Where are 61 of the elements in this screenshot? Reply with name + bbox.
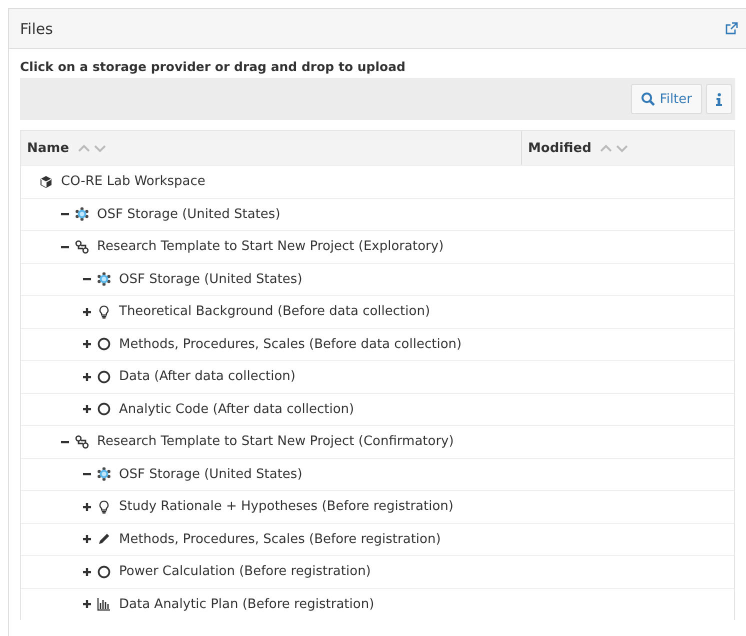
external-link-icon[interactable]: [725, 22, 738, 35]
lightbulb-icon: [97, 304, 111, 319]
info-button[interactable]: [706, 84, 732, 114]
upload-instruction: Click on a storage provider or drag and drop to upload: [20, 59, 406, 74]
tree-row[interactable]: CO-RE Lab Workspace: [21, 165, 734, 198]
tree-row[interactable]: Data (After data collection): [21, 360, 734, 392]
tree-row[interactable]: Theoretical Background (Before data collection): [21, 295, 734, 328]
storage-icon: [97, 467, 111, 482]
filter-button[interactable]: Filter: [630, 84, 702, 114]
tree-row[interactable]: OSF Storage (United States): [21, 458, 734, 490]
tree-row[interactable]: Methods, Procedures, Scales (Before registration): [21, 522, 734, 555]
circle-icon: [97, 337, 111, 352]
tree-row[interactable]: OSF Storage (United States): [21, 262, 734, 295]
expand-icon[interactable]: [83, 372, 91, 381]
expand-icon[interactable]: [83, 340, 91, 348]
expand-icon[interactable]: [83, 600, 91, 608]
column-label: Name: [27, 140, 70, 156]
item-label: Research Template to Start New Project (Exploratory): [97, 239, 444, 254]
tree-row[interactable]: Methods, Procedures, Scales (Before data collection): [21, 328, 734, 360]
item-label: Theoretical Background (Before data collection): [119, 304, 430, 320]
item-label: OSF Storage (United States): [119, 272, 302, 287]
item-label: Data Analytic Plan (Before registration): [119, 596, 374, 612]
item-label: Methods, Procedures, Scales (Before data collection): [119, 336, 462, 352]
lightbulb-icon: [97, 500, 111, 514]
item-label: Analytic Code (After data collection): [119, 402, 354, 417]
column-header[interactable]: Name: [21, 131, 522, 165]
circle-icon: [97, 370, 111, 384]
item-label: Methods, Procedures, Scales (Before registration): [119, 532, 441, 547]
tree-row[interactable]: Research Template to Start New Project (Confirmatory): [21, 425, 734, 458]
tree-row[interactable]: OSF Storage (United States): [21, 198, 734, 230]
storage-icon: [75, 207, 89, 222]
tree-row[interactable]: Data Analytic Plan (Before registration): [21, 588, 734, 620]
item-label: OSF Storage (United States): [119, 466, 302, 482]
panel-title: Files: [20, 20, 53, 38]
expand-icon[interactable]: [83, 568, 91, 576]
tree-row[interactable]: Analytic Code (After data collection): [21, 392, 734, 425]
tree-row[interactable]: Study Rationale + Hypotheses (Before registration): [21, 490, 734, 522]
link-icon: [75, 240, 89, 254]
link-icon: [75, 434, 89, 449]
bar-chart-icon: [97, 597, 111, 612]
expand-icon[interactable]: [83, 502, 91, 511]
tree-row[interactable]: Power Calculation (Before registration): [21, 555, 734, 588]
expand-icon[interactable]: [83, 405, 91, 414]
cube-icon: [39, 174, 53, 189]
info-icon: [716, 92, 722, 106]
item-label: OSF Storage (United States): [97, 206, 280, 222]
item-label: Power Calculation (Before registration): [119, 564, 371, 580]
storage-icon: [97, 272, 111, 286]
expand-icon[interactable]: [83, 535, 91, 544]
item-label: Data (After data collection): [119, 369, 296, 384]
item-label: Research Template to Start New Project (Confirmatory): [97, 434, 454, 450]
tree-row[interactable]: Research Template to Start New Project (Exploratory): [21, 230, 734, 262]
column-header[interactable]: Modified: [522, 131, 734, 165]
expand-icon[interactable]: [83, 308, 91, 316]
item-label: Study Rationale + Hypotheses (Before registration): [119, 499, 454, 514]
circle-icon: [97, 402, 111, 416]
column-label: Modified: [528, 140, 592, 156]
circle-icon: [97, 564, 111, 579]
search-icon: [640, 92, 655, 106]
item-label: CO-RE Lab Workspace: [61, 174, 206, 190]
pencil-icon: [97, 532, 111, 546]
